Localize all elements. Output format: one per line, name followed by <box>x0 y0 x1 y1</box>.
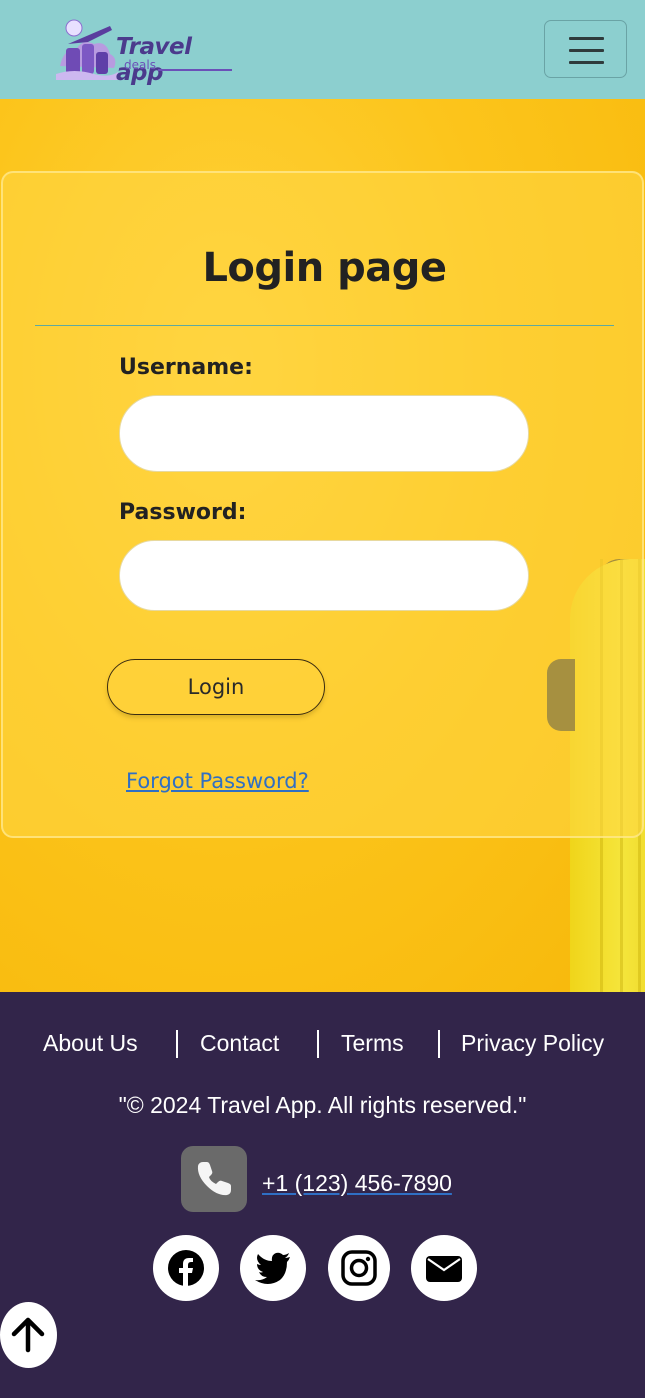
page-title: Login page <box>202 245 447 291</box>
envelope-icon[interactable] <box>411 1235 477 1301</box>
phone-icon <box>181 1146 247 1212</box>
login-card: Login page Username: Password: Login For… <box>1 171 644 838</box>
username-label: Username: <box>119 355 253 380</box>
brand-underline <box>158 69 232 71</box>
password-label: Password: <box>119 500 247 525</box>
hamburger-icon <box>569 61 604 64</box>
hamburger-icon <box>569 49 604 52</box>
hamburger-icon <box>569 37 604 40</box>
title-divider <box>35 325 614 326</box>
hero-section: Login page Username: Password: Login For… <box>0 99 645 992</box>
brand-subtitle: deals <box>124 58 156 72</box>
arrow-up-icon <box>11 1317 45 1353</box>
navbar: Travel app deals <box>0 0 645 99</box>
password-field[interactable] <box>119 540 529 611</box>
forgot-password-link[interactable]: Forgot Password? <box>126 769 309 793</box>
instagram-icon[interactable] <box>328 1235 390 1301</box>
footer: About Us Contact Terms Privacy Policy "©… <box>0 992 645 1398</box>
footer-separator <box>438 1030 440 1058</box>
back-to-top-button[interactable] <box>0 1302 57 1368</box>
footer-link-about-us[interactable]: About Us <box>43 1030 138 1057</box>
copyright-text: "© 2024 Travel App. All rights reserved.… <box>118 1092 527 1118</box>
twitter-icon[interactable] <box>240 1235 306 1301</box>
login-button[interactable]: Login <box>107 659 325 715</box>
menu-toggle-button[interactable] <box>544 20 627 78</box>
footer-separator <box>317 1030 319 1058</box>
travel-logo-icon <box>56 19 118 80</box>
footer-link-privacy-policy[interactable]: Privacy Policy <box>461 1030 604 1057</box>
brand-logo[interactable]: Travel app deals <box>54 18 244 86</box>
footer-link-contact[interactable]: Contact <box>200 1030 279 1057</box>
username-field[interactable] <box>119 395 529 472</box>
facebook-icon[interactable] <box>153 1235 219 1301</box>
footer-link-terms[interactable]: Terms <box>341 1030 404 1057</box>
footer-separator <box>176 1030 178 1058</box>
phone-number-link[interactable]: +1 (123) 456-7890 <box>262 1170 452 1197</box>
